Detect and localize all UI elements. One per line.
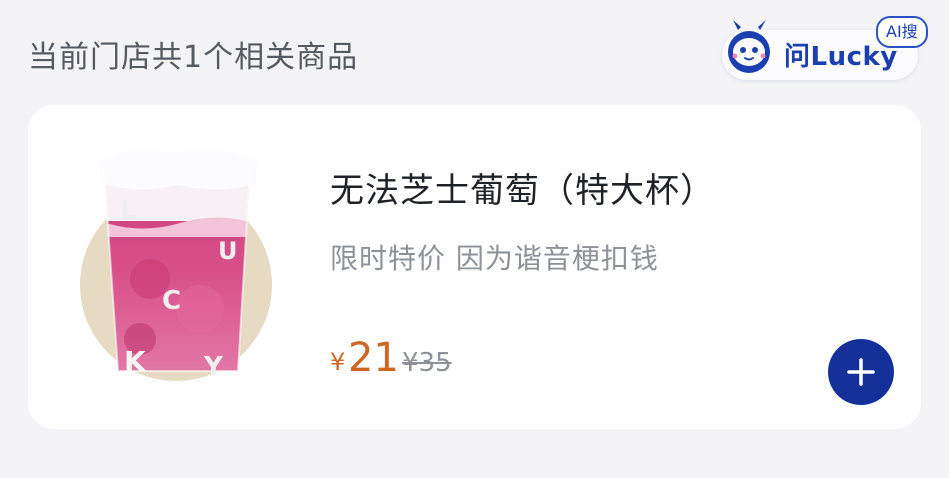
cup-letter-y: Y	[203, 352, 224, 382]
cup-letter-l: L	[120, 196, 137, 226]
lucky-mascot-icon	[728, 20, 770, 73]
ask-lucky-button[interactable]: 问Lucky AI搜	[722, 16, 928, 80]
results-count-title: 当前门店共1个相关商品	[28, 40, 359, 75]
cup-letter-k: K	[124, 345, 147, 378]
product-name: 无法芝士葡萄（特大杯）	[330, 171, 715, 211]
current-price: 21	[348, 335, 399, 381]
product-description: 限时特价 因为谐音梗扣钱	[330, 242, 659, 275]
add-to-cart-button[interactable]	[828, 339, 894, 405]
product-card[interactable]: L U C K Y 无法芝士葡萄（特大杯） 限时特价 因为谐音梗扣钱 ¥ 21 …	[28, 105, 921, 429]
original-price: ¥35	[402, 348, 452, 378]
cup-letter-u: U	[218, 237, 238, 265]
currency-symbol: ¥	[330, 348, 346, 376]
product-image: L U C K Y	[80, 149, 272, 382]
plus-icon	[847, 358, 875, 386]
ai-search-tag: AI搜	[876, 16, 928, 48]
cup-letter-c: C	[162, 286, 181, 316]
